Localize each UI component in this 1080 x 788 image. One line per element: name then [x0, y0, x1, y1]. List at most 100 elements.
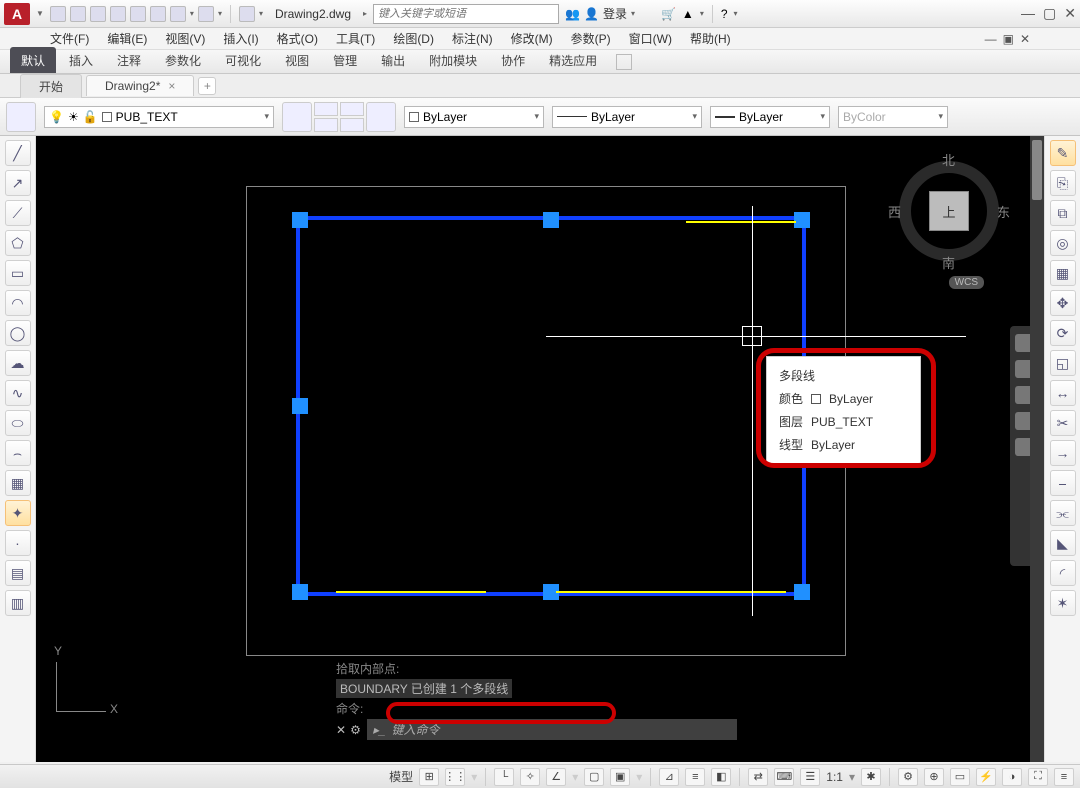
ribbon-tab-featured[interactable]: 精选应用: [538, 47, 608, 73]
qat-plot-icon[interactable]: [150, 6, 166, 22]
ribbon-tab-addins[interactable]: 附加模块: [418, 47, 488, 73]
viewcube-south[interactable]: 南: [942, 253, 955, 272]
lineweight-combo[interactable]: ByLayer▾: [710, 106, 830, 128]
spline-tool-icon[interactable]: ∿: [5, 380, 31, 406]
ribbon-tab-insert[interactable]: 插入: [58, 47, 104, 73]
hardware-accel-icon[interactable]: ⚡: [976, 768, 996, 786]
array-tool-icon[interactable]: ▦: [1050, 260, 1076, 286]
break-tool-icon[interactable]: ⎯: [1050, 470, 1076, 496]
drawing-canvas[interactable]: 多段线 颜色ByLayer 图层PUB_TEXT 线型ByLayer 北 南 东…: [36, 136, 1044, 762]
menu-format[interactable]: 格式(O): [277, 30, 318, 47]
rectangle-tool-icon[interactable]: ▭: [5, 260, 31, 286]
ribbon-tab-annotate[interactable]: 注释: [106, 47, 152, 73]
point-tool-icon[interactable]: ·: [5, 530, 31, 556]
layer-combo[interactable]: 💡 ☀ 🔓 PUB_TEXT ▾: [44, 106, 274, 128]
qat-undo-icon[interactable]: [170, 6, 186, 22]
close-button[interactable]: ✕: [1064, 5, 1076, 22]
customize-status-icon[interactable]: ≡: [1054, 768, 1074, 786]
make-block-tool-icon[interactable]: ✦: [5, 500, 31, 526]
selection-cycling-icon[interactable]: ⇄: [748, 768, 768, 786]
grip-mid-top[interactable]: [543, 212, 559, 228]
app-menu-button[interactable]: A: [4, 3, 30, 25]
gradient-tool-icon[interactable]: ▥: [5, 590, 31, 616]
osnap-toggle-icon[interactable]: ▢: [584, 768, 604, 786]
menu-draw[interactable]: 绘图(D): [393, 30, 434, 47]
ribbon-tab-parametric[interactable]: 参数化: [154, 47, 212, 73]
menu-file[interactable]: 文件(F): [50, 30, 89, 47]
scale-tool-icon[interactable]: ◱: [1050, 350, 1076, 376]
layer-states-icon[interactable]: [282, 102, 312, 132]
menu-dimension[interactable]: 标注(N): [452, 30, 493, 47]
workspace-icon[interactable]: ⚙: [898, 768, 918, 786]
file-tab-drawing2[interactable]: Drawing2* ×: [86, 75, 194, 96]
polar-toggle-icon[interactable]: ✧: [520, 768, 540, 786]
qat-saveas-icon[interactable]: [110, 6, 126, 22]
grip-bottom-left[interactable]: [292, 584, 308, 600]
app-switcher-icon[interactable]: ▲: [682, 7, 694, 21]
grip-mid-left[interactable]: [292, 398, 308, 414]
doc-restore-button[interactable]: ▣: [1003, 32, 1014, 46]
offset-tool-icon[interactable]: ◎: [1050, 230, 1076, 256]
layer-match-icon[interactable]: [366, 102, 396, 132]
hatch-tool-icon[interactable]: ▤: [5, 560, 31, 586]
doc-close-button[interactable]: ✕: [1020, 32, 1030, 46]
revcloud-tool-icon[interactable]: ☁: [5, 350, 31, 376]
scrollbar-thumb[interactable]: [1032, 140, 1042, 200]
polygon-tool-icon[interactable]: ⬠: [5, 230, 31, 256]
file-tab-close-icon[interactable]: ×: [168, 79, 175, 93]
extend-tool-icon[interactable]: →: [1050, 440, 1076, 466]
dynamic-input-icon[interactable]: ⌨: [774, 768, 794, 786]
qat-open-icon[interactable]: [70, 6, 86, 22]
ribbon-tab-manage[interactable]: 管理: [322, 47, 368, 73]
layer-lock-icon[interactable]: [340, 102, 364, 116]
ribbon-tab-view[interactable]: 视图: [274, 47, 320, 73]
stretch-tool-icon[interactable]: ↔: [1050, 380, 1076, 406]
vertical-scrollbar[interactable]: [1030, 136, 1044, 762]
title-dropdown-icon[interactable]: ▸: [363, 9, 367, 18]
isodraft-toggle-icon[interactable]: ∠: [546, 768, 566, 786]
redo-dropdown-icon[interactable]: ▾: [218, 9, 222, 18]
layer-off-icon[interactable]: [314, 102, 338, 116]
viewcube[interactable]: 北 南 东 西 上: [894, 156, 1004, 266]
menu-modify[interactable]: 修改(M): [511, 30, 553, 47]
plotstyle-combo[interactable]: ByColor▾: [838, 106, 948, 128]
arc-tool-icon[interactable]: ◠: [5, 290, 31, 316]
undo-dropdown-icon[interactable]: ▾: [190, 9, 194, 18]
viewcube-east[interactable]: 东: [997, 202, 1010, 221]
ribbon-tab-visualize[interactable]: 可视化: [214, 47, 272, 73]
layer-properties-icon[interactable]: [6, 102, 36, 132]
linetype-combo[interactable]: ByLayer▾: [552, 106, 702, 128]
lineweight-toggle-icon[interactable]: ≡: [685, 768, 705, 786]
join-tool-icon[interactable]: ⫘: [1050, 500, 1076, 526]
viewcube-top-face[interactable]: 上: [929, 191, 969, 231]
ribbon-options-icon[interactable]: [616, 54, 632, 70]
snap-toggle-icon[interactable]: ⋮⋮: [445, 768, 465, 786]
clean-screen-icon[interactable]: ⛶: [1028, 768, 1048, 786]
doc-minimize-button[interactable]: —: [985, 32, 997, 46]
explode-tool-icon[interactable]: ✶: [1050, 590, 1076, 616]
menu-parametric[interactable]: 参数(P): [571, 30, 611, 47]
grip-top-right[interactable]: [794, 212, 810, 228]
isolate-objects-icon[interactable]: ◑: [1002, 768, 1022, 786]
ribbon-tab-default[interactable]: 默认: [10, 47, 56, 73]
ellipse-tool-icon[interactable]: ⬭: [5, 410, 31, 436]
copy-tool-icon[interactable]: ⎘: [1050, 170, 1076, 196]
qat-overflow-icon[interactable]: ▾: [259, 9, 263, 18]
move-tool-icon[interactable]: ✥: [1050, 290, 1076, 316]
mirror-tool-icon[interactable]: ⧉: [1050, 200, 1076, 226]
grip-bottom-right[interactable]: [794, 584, 810, 600]
app-menu-dropdown-icon[interactable]: ▼: [36, 9, 44, 18]
units-icon[interactable]: ▭: [950, 768, 970, 786]
command-input[interactable]: ▸_ 键入命令: [367, 719, 737, 740]
account-area[interactable]: 👥 👤 登录 ▾: [565, 5, 635, 22]
file-tab-start[interactable]: 开始: [20, 74, 82, 98]
menu-window[interactable]: 窗口(W): [629, 30, 672, 47]
ellipse-arc-tool-icon[interactable]: ⌢: [5, 440, 31, 466]
insert-block-tool-icon[interactable]: ▦: [5, 470, 31, 496]
qat-save-icon[interactable]: [90, 6, 106, 22]
transparency-toggle-icon[interactable]: ◧: [711, 768, 731, 786]
color-combo[interactable]: ByLayer▾: [404, 106, 544, 128]
ribbon-tab-collaborate[interactable]: 协作: [490, 47, 536, 73]
maximize-button[interactable]: ▢: [1043, 5, 1056, 22]
qat-web-icon[interactable]: [130, 6, 146, 22]
